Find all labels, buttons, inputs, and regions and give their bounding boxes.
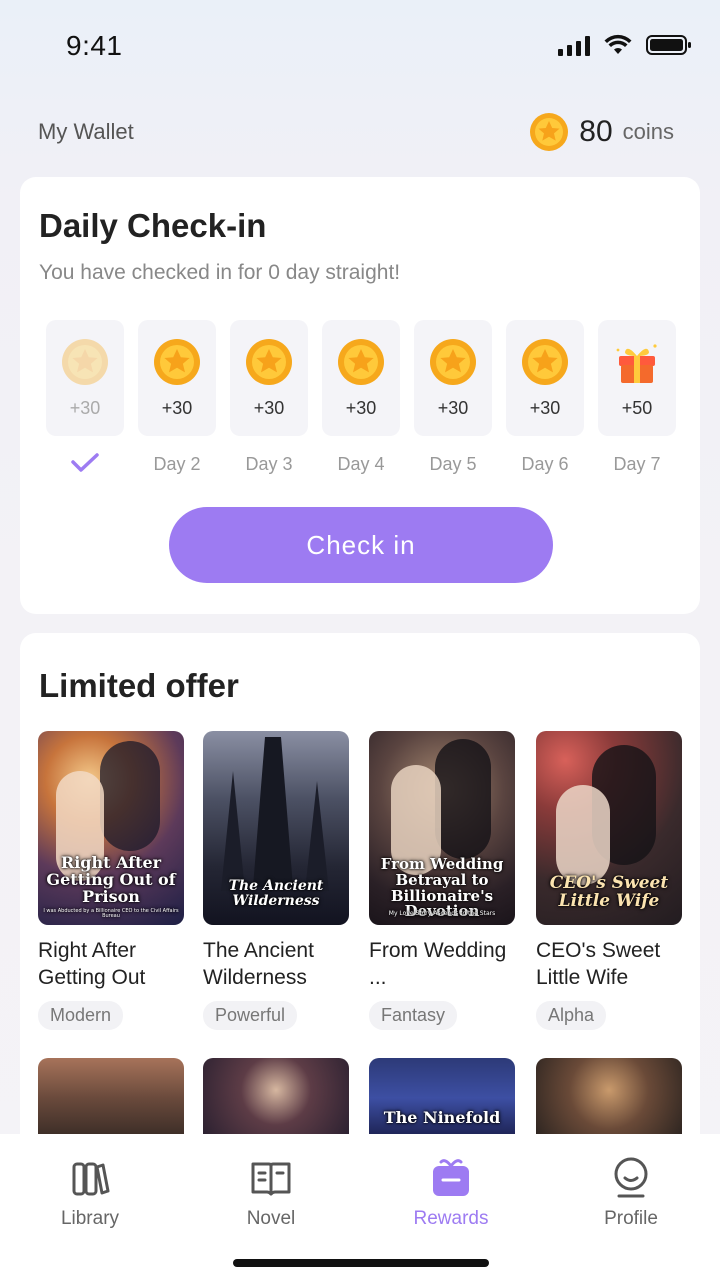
book-cover[interactable]: Right After Getting Out of Prison I was … (38, 731, 184, 925)
checkin-subtitle: You have checked in for 0 day straight! (39, 261, 401, 284)
checkmark-icon (71, 453, 99, 472)
signal-icon (558, 36, 590, 56)
book-cover[interactable]: CEO's Sweet Little Wife (536, 731, 682, 925)
tab-profile[interactable]: Profile (571, 1156, 691, 1230)
reward-tile: +30 (230, 320, 308, 436)
checkin-day-6: +30 Day 6 (506, 320, 584, 480)
coin-icon (337, 338, 385, 386)
checkin-day-4: +30 Day 4 (322, 320, 400, 480)
genre-tag: Modern (38, 1001, 124, 1030)
checkin-day-2: +30 Day 2 (138, 320, 216, 480)
status-time: 9:41 (66, 30, 123, 61)
reward-tile: +30 (138, 320, 216, 436)
checkin-day-7: +50 Day 7 (598, 320, 676, 480)
day-label: Day 2 (153, 454, 201, 474)
checkin-days: +30 +30 Day 2 +30 Day 3 +30 Day 4 +30 Day 5 +30 Da… (46, 320, 676, 480)
coin-icon (245, 338, 293, 386)
check-in-button[interactable]: Check in (169, 507, 553, 583)
coin-count: 80 (579, 115, 613, 148)
reward-amount: +30 (529, 398, 561, 418)
reward-amount: +30 (253, 398, 285, 418)
wallet-label: My Wallet (38, 119, 134, 144)
reward-amount: +30 (345, 398, 377, 418)
tab-label: Rewards (413, 1208, 489, 1229)
book-cover[interactable] (536, 1058, 682, 1138)
home-indicator (233, 1259, 489, 1267)
reward-tile: +30 (414, 320, 492, 436)
tab-label: Profile (604, 1208, 658, 1229)
battery-icon (646, 35, 691, 55)
book-item[interactable]: Right After Getting Out of Prison I was … (38, 731, 184, 1030)
coin-icon (530, 113, 569, 151)
wallet-row: My Wallet 80 coins (38, 108, 674, 156)
tab-library[interactable]: Library (30, 1156, 150, 1230)
tab-label: Library (60, 1208, 120, 1229)
book-title: The Ancient Wilderness (203, 939, 314, 989)
reward-amount: +30 (69, 398, 101, 418)
offer-title: Limited offer (39, 667, 239, 704)
gift-icon (613, 338, 661, 386)
book-cover[interactable] (203, 1058, 349, 1138)
book-cover[interactable]: The Ninefold (369, 1058, 515, 1138)
tab-label: Novel (246, 1208, 296, 1229)
day-label: Day 3 (245, 454, 293, 474)
day-label: Day 6 (521, 454, 569, 474)
day-label: Day 5 (429, 454, 477, 474)
checkin-day-5: +30 Day 5 (414, 320, 492, 480)
checkin-day-3: +30 Day 3 (230, 320, 308, 480)
reward-amount: +30 (437, 398, 469, 418)
book-title: CEO's Sweet Little Wife (536, 939, 661, 989)
status-icons (558, 34, 692, 56)
book-item[interactable]: CEO's Sweet Little Wife CEO's Sweet Litt… (536, 731, 682, 1030)
reward-tile: +30 (506, 320, 584, 436)
coin-icon (153, 338, 201, 386)
daily-checkin-card: Daily Check-in You have checked in for 0… (20, 177, 700, 614)
checkin-day-1: +30 (46, 320, 124, 474)
wallet-balance[interactable]: 80 coins (529, 112, 674, 152)
tab-rewards[interactable]: Rewards (391, 1156, 511, 1230)
wifi-icon (604, 34, 632, 54)
coin-unit: coins (622, 119, 674, 144)
cover-title: Right After Getting Out of Prison (46, 853, 176, 906)
cover-title: The Ninefold (383, 1108, 501, 1127)
cover-title: The Ancient Wilderness (228, 878, 324, 909)
reward-amount: +30 (161, 398, 193, 418)
book-cover[interactable] (38, 1058, 184, 1138)
genre-tag: Fantasy (369, 1001, 458, 1030)
book-icon (251, 1162, 291, 1196)
day-label: Day 7 (613, 454, 661, 474)
library-icon (72, 1162, 110, 1196)
tab-novel[interactable]: Novel (211, 1156, 331, 1230)
genre-tag: Alpha (536, 1001, 607, 1030)
day-label: Day 4 (337, 454, 385, 474)
book-cover[interactable]: From Wedding Betrayal to Billionaire's D… (369, 731, 515, 925)
book-item[interactable]: From Wedding Betrayal to Billionaire's D… (369, 731, 515, 1030)
reward-tile: +30 (322, 320, 400, 436)
book-list-row-2: The Ninefold (38, 1058, 684, 1138)
reward-tile: +50 (598, 320, 676, 436)
book-title: From Wedding ... (369, 939, 507, 989)
cover-subtitle: My Love Story Ascends to the Stars (388, 910, 496, 917)
checkin-title: Daily Check-in (39, 207, 267, 244)
reward-tile: +30 (46, 320, 124, 436)
book-item[interactable]: The Ancient Wilderness The Ancient Wilde… (203, 731, 349, 1030)
cover-title: CEO's Sweet Little Wife (549, 873, 669, 911)
profile-icon (614, 1157, 648, 1198)
cover-subtitle: I was Abducted by a Billionaire CEO to t… (43, 908, 179, 920)
genre-tag: Powerful (203, 1001, 298, 1030)
coin-icon (61, 338, 109, 386)
coin-icon (521, 338, 569, 386)
status-bar: 9:41 (0, 0, 720, 96)
gift-box-icon (433, 1159, 469, 1196)
coin-icon (429, 338, 477, 386)
book-title: Right After Getting Out (38, 939, 146, 989)
book-cover[interactable]: The Ancient Wilderness (203, 731, 349, 925)
reward-amount: +50 (621, 398, 653, 418)
